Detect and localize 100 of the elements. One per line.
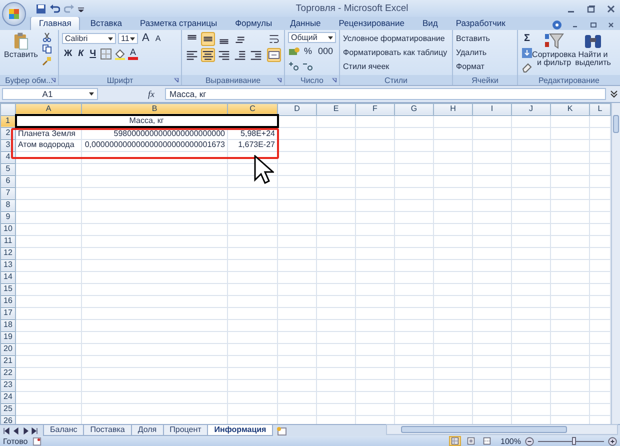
- row-header[interactable]: 21: [0, 355, 16, 368]
- close-icon[interactable]: [606, 20, 616, 30]
- column-header[interactable]: L: [590, 103, 610, 116]
- insert-sheet-icon[interactable]: [276, 426, 288, 436]
- restore-icon[interactable]: [586, 4, 596, 14]
- column-header[interactable]: K: [550, 103, 590, 116]
- break-view-icon[interactable]: [480, 436, 493, 446]
- autosum-button[interactable]: Σ: [521, 32, 533, 45]
- cells-menu-button[interactable]: Формат: [456, 60, 514, 73]
- office-button[interactable]: [2, 2, 26, 26]
- column-header[interactable]: I: [472, 103, 512, 116]
- column-header[interactable]: J: [512, 103, 550, 116]
- formula-input[interactable]: Масса, кг: [164, 88, 606, 100]
- column-header[interactable]: F: [356, 103, 394, 116]
- currency-icon[interactable]: [288, 46, 300, 58]
- scissors-icon[interactable]: [42, 32, 52, 42]
- underline-button[interactable]: Ч: [88, 47, 98, 60]
- ribbon-tab[interactable]: Главная: [30, 16, 80, 30]
- row-header[interactable]: 16: [0, 295, 16, 308]
- number-format-field[interactable]: Общий: [288, 32, 336, 43]
- sheet-tab[interactable]: Процент: [162, 425, 208, 436]
- row-header[interactable]: 24: [0, 391, 16, 404]
- row-header[interactable]: 8: [0, 199, 16, 212]
- row-header[interactable]: 1: [0, 115, 16, 128]
- column-header[interactable]: C: [228, 103, 278, 116]
- styles-menu-button[interactable]: Условное форматирование: [343, 32, 449, 44]
- bold-button[interactable]: Ж: [62, 47, 74, 60]
- zoom-slider-thumb[interactable]: [572, 436, 576, 444]
- column-header[interactable]: B: [82, 103, 228, 116]
- normal-view-icon[interactable]: [448, 436, 461, 446]
- ribbon-tab[interactable]: Формулы: [227, 17, 280, 30]
- row-header[interactable]: 9: [0, 211, 16, 224]
- name-box[interactable]: A1: [2, 88, 98, 100]
- middle-align-icon[interactable]: [201, 32, 215, 46]
- fill-bucket-icon[interactable]: [114, 48, 126, 60]
- column-header[interactable]: A: [16, 103, 82, 116]
- ribbon-tab[interactable]: Разметка страницы: [132, 17, 226, 30]
- row-header[interactable]: 23: [0, 379, 16, 392]
- sheet-tab[interactable]: Поставка: [83, 425, 132, 436]
- row-header[interactable]: 6: [0, 175, 16, 188]
- font-size-field[interactable]: 11: [118, 33, 138, 44]
- row-header[interactable]: 5: [0, 163, 16, 176]
- styles-menu-button[interactable]: Стили ячеек: [343, 60, 449, 73]
- ribbon-tab[interactable]: Разработчик: [448, 17, 514, 30]
- borders-icon[interactable]: [100, 48, 112, 60]
- grow-font-button[interactable]: A: [140, 32, 152, 45]
- save-icon[interactable]: [36, 4, 46, 14]
- restore-icon[interactable]: [588, 20, 598, 30]
- row-header[interactable]: 20: [0, 343, 16, 356]
- font-color-button[interactable]: A: [128, 47, 138, 60]
- cells-menu-button[interactable]: Удалить: [456, 46, 514, 59]
- right-align-icon[interactable]: [217, 48, 231, 62]
- sheet-tab[interactable]: Доля: [130, 425, 164, 436]
- row-header[interactable]: 19: [0, 331, 16, 344]
- row-header[interactable]: 12: [0, 247, 16, 260]
- cells-menu-button[interactable]: Вставить: [456, 32, 514, 44]
- column-header[interactable]: E: [316, 103, 356, 116]
- wrap-text-icon[interactable]: [267, 32, 281, 46]
- close-icon[interactable]: [606, 4, 616, 14]
- increase-decimal-icon[interactable]: [288, 60, 300, 72]
- row-header[interactable]: 11: [0, 235, 16, 248]
- dialog-launcher-icon[interactable]: [277, 78, 282, 82]
- indent-align-icon[interactable]: [249, 48, 263, 62]
- zoom-out-icon[interactable]: [525, 436, 534, 446]
- insert-function-button[interactable]: fx: [142, 88, 160, 99]
- row-header[interactable]: 22: [0, 367, 16, 380]
- layout-view-icon[interactable]: [464, 436, 477, 446]
- row-header[interactable]: 17: [0, 307, 16, 320]
- undo-icon[interactable]: [50, 4, 60, 14]
- row-header[interactable]: 14: [0, 271, 16, 284]
- italic-button[interactable]: К: [76, 47, 86, 60]
- merge-cells-icon[interactable]: [267, 48, 281, 62]
- copy-icon[interactable]: [42, 44, 52, 54]
- expand-icon[interactable]: [610, 88, 618, 99]
- styles-menu-button[interactable]: Форматировать как таблицу: [343, 46, 449, 59]
- fill-down-icon[interactable]: [521, 47, 533, 59]
- left-align-icon[interactable]: [185, 48, 199, 62]
- shrink-font-button[interactable]: A: [153, 32, 163, 45]
- ribbon-tab[interactable]: Вид: [414, 17, 446, 30]
- row-header[interactable]: 7: [0, 187, 16, 200]
- dialog-launcher-icon[interactable]: [332, 78, 337, 82]
- row-header[interactable]: 15: [0, 283, 16, 296]
- paste-button[interactable]: Вставить: [3, 32, 39, 73]
- thousands-button[interactable]: 000: [316, 45, 336, 58]
- dialog-launcher-icon[interactable]: [174, 78, 179, 82]
- font-name-field[interactable]: Calibri: [62, 33, 116, 44]
- find-select-button[interactable]: Найти и выделить: [575, 32, 611, 68]
- macro-record-icon[interactable]: [32, 436, 42, 446]
- row-header[interactable]: 10: [0, 223, 16, 236]
- outdent-align-icon[interactable]: [233, 48, 247, 62]
- dialog-launcher-icon[interactable]: [51, 78, 56, 82]
- column-header[interactable]: D: [278, 103, 316, 116]
- sheet-tab[interactable]: Баланс: [43, 425, 84, 436]
- ribbon-tab[interactable]: Данные: [282, 17, 329, 30]
- row-header[interactable]: 13: [0, 259, 16, 272]
- row-header[interactable]: 25: [0, 403, 16, 416]
- horizontal-scrollbar[interactable]: [386, 424, 618, 435]
- help-icon[interactable]: [552, 20, 562, 30]
- column-header[interactable]: H: [434, 103, 472, 116]
- ribbon-tab[interactable]: Вставка: [82, 17, 130, 30]
